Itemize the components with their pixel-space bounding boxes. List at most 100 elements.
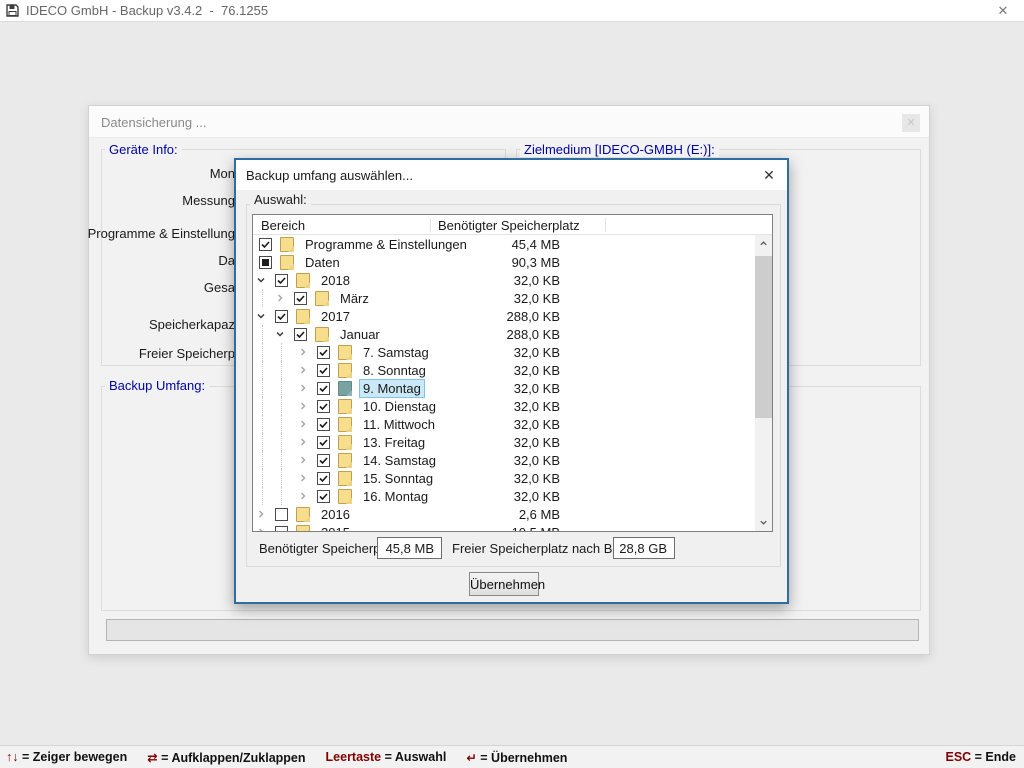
tree-row[interactable]: 2017288,0 KB [253, 307, 755, 325]
tree-guide-line [281, 433, 282, 451]
chevron-right-icon[interactable] [298, 347, 317, 357]
group-label-backup-umfang: Backup Umfang: [105, 378, 209, 393]
scrollbar-thumb[interactable] [755, 256, 772, 418]
auswahl-group-label: Auswahl: [250, 192, 311, 207]
chevron-down-icon[interactable] [256, 275, 275, 285]
device-info-label: Gesa [19, 280, 235, 295]
device-info-label: Freier Speicherp [19, 346, 235, 361]
tree-item-size: 10,5 MB [438, 525, 560, 533]
tree-guide-line [262, 361, 263, 379]
folder-icon [296, 507, 310, 522]
checkbox[interactable] [275, 310, 288, 323]
tree-row[interactable]: 9. Montag32,0 KB [253, 379, 755, 397]
folder-icon [338, 381, 352, 396]
tree-row[interactable]: 2018 32,0 KB [253, 271, 755, 289]
tree-item-size: 32,0 KB [438, 471, 560, 486]
chevron-right-icon[interactable] [298, 491, 317, 501]
tree-item-size: 288,0 KB [438, 327, 560, 342]
checkbox[interactable] [259, 256, 272, 269]
checkbox[interactable] [294, 328, 307, 341]
folder-icon [338, 399, 352, 414]
chevron-right-icon[interactable] [298, 473, 317, 483]
chevron-right-icon[interactable] [256, 509, 275, 519]
tree-item-size: 32,0 KB [438, 273, 560, 288]
required-space-field[interactable]: 45,8 MB [377, 537, 442, 559]
tree-item-size: 288,0 KB [438, 309, 560, 324]
hint-apply: ↵ = Übernehmen [466, 750, 567, 765]
folder-icon [338, 471, 352, 486]
chevron-right-icon[interactable] [275, 293, 294, 303]
column-header-speicherplatz[interactable]: Benötigter Speicherplatz [438, 218, 580, 233]
chevron-right-icon[interactable] [298, 455, 317, 465]
folder-icon [338, 489, 352, 504]
apply-button[interactable]: Übernehmen [469, 572, 539, 596]
app-close-icon[interactable]: ✕ [988, 3, 1018, 19]
tree-item-label: 15. Sonntag [360, 470, 436, 487]
checkbox[interactable] [259, 238, 272, 251]
checkbox[interactable] [317, 400, 330, 413]
tree-item-label: 8. Sonntag [360, 362, 429, 379]
key-esc: ESC [945, 750, 971, 764]
checkbox[interactable] [275, 274, 288, 287]
tree-row[interactable]: 13. Freitag32,0 KB [253, 433, 755, 451]
checkbox[interactable] [275, 508, 288, 521]
tree-item-size: 45,4 MB [438, 237, 560, 252]
checkbox[interactable] [317, 364, 330, 377]
tree-guide-line [262, 451, 263, 469]
key-expand-icon: ⇄ [147, 751, 157, 765]
tree-item-size: 32,0 KB [438, 489, 560, 504]
tree-row[interactable]: 11. Mittwoch32,0 KB [253, 415, 755, 433]
tree-row[interactable]: Daten90,3 MB [253, 253, 755, 271]
tree-row[interactable]: 20162,6 MB [253, 505, 755, 523]
tree-guide-line [281, 379, 282, 397]
tree-item-size: 32,0 KB [438, 453, 560, 468]
folder-icon [338, 363, 352, 378]
statusbar: ↑↓ = Zeiger bewegen ⇄ = Aufklappen/Zukla… [0, 745, 1024, 768]
tree-row[interactable]: 2015 10,5 MB [253, 523, 755, 532]
chevron-down-icon[interactable] [256, 311, 275, 321]
tree-item-label: 2015 [318, 524, 353, 533]
checkbox[interactable] [317, 418, 330, 431]
scroll-down-icon[interactable] [755, 514, 772, 531]
tree-rows: Programme & Einstellungen45,4 MBDaten90,… [253, 235, 755, 531]
column-separator [430, 218, 431, 232]
scroll-up-icon[interactable] [755, 235, 772, 252]
hint-exit: ESC = Ende [945, 750, 1016, 764]
chevron-right-icon[interactable] [298, 419, 317, 429]
tree-row[interactable]: 8. Sonntag32,0 KB [253, 361, 755, 379]
chevron-right-icon[interactable] [256, 527, 275, 532]
tree-guide-line [281, 343, 282, 361]
column-separator [605, 218, 606, 232]
scrollbar[interactable] [755, 235, 772, 531]
tree-row[interactable]: 10. Dienstag32,0 KB [253, 397, 755, 415]
tree-row[interactable]: 14. Samstag32,0 KB [253, 451, 755, 469]
chevron-right-icon[interactable] [298, 437, 317, 447]
dialog-close-icon[interactable]: ✕ [757, 164, 781, 186]
tree-row[interactable]: 7. Samstag32,0 KB [253, 343, 755, 361]
free-space-field[interactable]: 28,8 GB [613, 537, 675, 559]
checkbox[interactable] [275, 526, 288, 533]
dialog-title: Backup umfang auswählen... [246, 168, 413, 183]
tree-row[interactable]: Programme & Einstellungen45,4 MB [253, 235, 755, 253]
tree-item-label: 7. Samstag [360, 344, 432, 361]
checkbox[interactable] [317, 436, 330, 449]
chevron-right-icon[interactable] [298, 383, 317, 393]
checkbox[interactable] [317, 472, 330, 485]
chevron-down-icon[interactable] [275, 329, 294, 339]
column-header-bereich[interactable]: Bereich [261, 218, 305, 233]
chevron-right-icon[interactable] [298, 365, 317, 375]
tree-row[interactable]: 16. Montag32,0 KB [253, 487, 755, 505]
checkbox[interactable] [317, 454, 330, 467]
checkbox[interactable] [317, 346, 330, 359]
checkbox[interactable] [317, 382, 330, 395]
window-close-icon[interactable]: ✕ [902, 114, 920, 132]
tree-guide-line [262, 325, 263, 343]
chevron-right-icon[interactable] [298, 401, 317, 411]
tree-row[interactable]: Januar288,0 KB [253, 325, 755, 343]
checkbox[interactable] [317, 490, 330, 503]
tree-row[interactable]: März32,0 KB [253, 289, 755, 307]
tree-row[interactable]: 15. Sonntag32,0 KB [253, 469, 755, 487]
tree-item-label: 2018 [318, 272, 353, 289]
checkbox[interactable] [294, 292, 307, 305]
folder-icon [296, 309, 310, 324]
